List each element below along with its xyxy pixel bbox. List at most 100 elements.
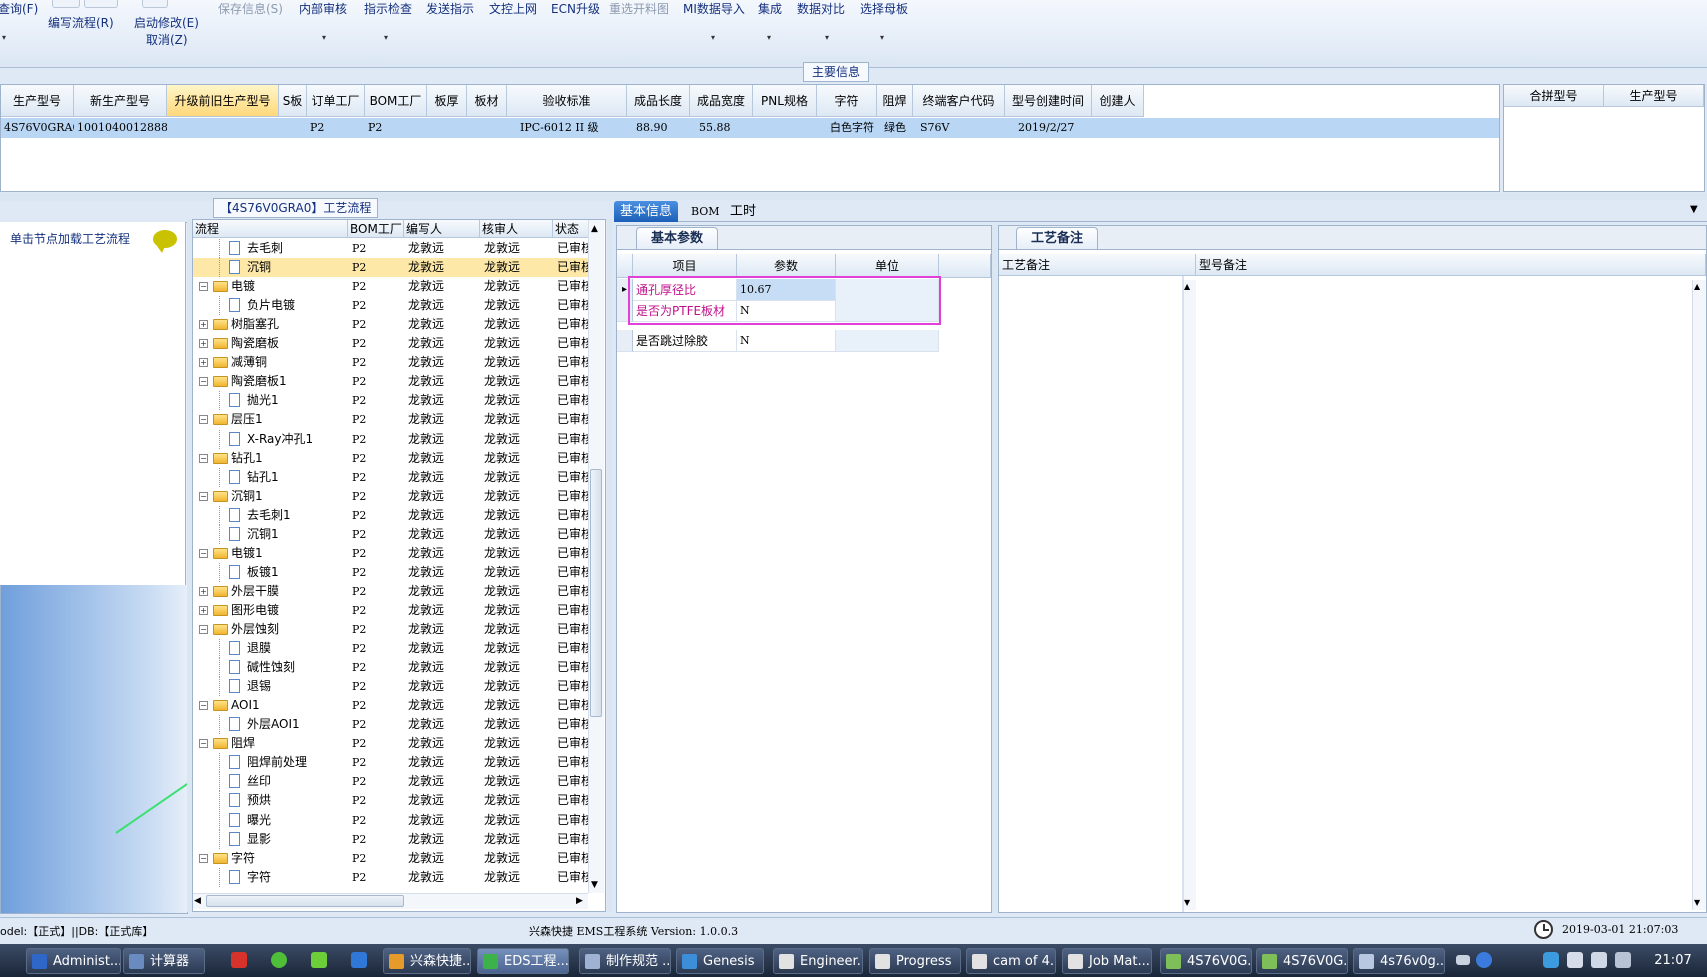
scroll-right-icon[interactable]: ▶ — [576, 896, 583, 906]
main-cell-4[interactable]: P2 — [307, 118, 365, 138]
shield-icon[interactable] — [1543, 952, 1559, 968]
collapse-icon[interactable]: − — [199, 415, 208, 425]
tab-basic-info[interactable]: 基本信息 — [614, 201, 679, 222]
help-icon[interactable] — [1476, 952, 1492, 968]
ribbon-button-2[interactable]: 启动修改(E) — [134, 14, 199, 31]
tree-row[interactable]: − AOI1 P2 龙敦远 龙敦远 已审核 — [193, 696, 593, 715]
tree-col-header-4[interactable]: 状态 — [553, 220, 589, 238]
main-cell-1[interactable]: 10010400128882 — [74, 118, 167, 138]
left-splitter[interactable] — [187, 219, 192, 912]
taskbar-button-4[interactable]: 制作规范 ... — [579, 948, 671, 974]
tray-icon[interactable] — [1567, 952, 1583, 968]
tree-row[interactable]: + 减薄铜 P2 龙敦远 龙敦远 已审核 — [193, 353, 593, 372]
process-flow-tree[interactable]: 流程 BOM工厂 编写人 核审人 状态 去毛刺 P2 龙敦远 龙敦远 已审核 沉铜 P2 龙敦远 龙敦远已… — [192, 219, 606, 912]
tree-row[interactable]: 丝印 P2 龙敦远 龙敦远 已审核 — [193, 772, 593, 792]
main-info-grid[interactable]: 生产型号 新生产型号 升级前旧生产型号 S板 订单工厂 BOM工厂 板厚 板材 验收标准 成品长度… — [0, 84, 1500, 192]
app-icon-blue[interactable] — [351, 952, 367, 968]
main-col-header-13[interactable]: 阻焊 — [877, 85, 913, 117]
taskbar-button-2[interactable]: 兴森快捷... — [383, 948, 471, 974]
volume-icon[interactable] — [1615, 952, 1631, 968]
merge-col-header-0[interactable]: 合拼型号 — [1504, 85, 1604, 107]
main-cell-6[interactable] — [427, 118, 467, 138]
ribbon-button-1[interactable]: 编写流程(R) — [48, 14, 114, 31]
param-item-cell[interactable]: 是否跳过除胶 — [633, 330, 737, 352]
taskbar-button-8[interactable]: cam of 4... — [966, 948, 1056, 974]
ribbon-button-6[interactable]: 指示检查 — [364, 0, 412, 17]
ribbon-button-12[interactable]: 集成 — [758, 0, 782, 17]
main-col-header-0[interactable]: 生产型号 — [1, 85, 74, 117]
collapse-icon[interactable]: − — [199, 282, 208, 292]
dropdown-arrow-icon[interactable]: ▾ — [2, 33, 6, 42]
merge-col-header-1[interactable]: 生产型号 — [1604, 85, 1704, 107]
dropdown-arrow-icon[interactable]: ▾ — [825, 33, 829, 42]
main-cell-5[interactable]: P2 — [365, 118, 427, 138]
collapse-icon[interactable]: − — [199, 701, 208, 711]
tree-row[interactable]: 沉铜1 P2 龙敦远 龙敦远 已审核 — [193, 524, 593, 544]
taskbar-button-12[interactable]: 4s76v0g... — [1353, 948, 1445, 974]
vertical-splitter[interactable] — [607, 219, 612, 912]
tree-row[interactable]: 负片电镀 P2 龙敦远 龙敦远 已审核 — [193, 296, 593, 316]
left-node-panel[interactable] — [0, 222, 186, 585]
row-indicator[interactable] — [617, 330, 633, 352]
ribbon-button-0[interactable]: 查询(F) — [0, 0, 38, 17]
collapse-icon[interactable]: − — [199, 453, 208, 463]
ribbon-button-9[interactable]: ECN升级 — [551, 0, 600, 17]
tree-scroll-thumb[interactable] — [590, 469, 602, 717]
dropdown-arrow-icon[interactable]: ▾ — [767, 33, 771, 42]
dropdown-arrow-icon[interactable]: ▾ — [880, 33, 884, 42]
dropdown-arrow-icon[interactable]: ▾ — [711, 33, 715, 42]
main-col-header-11[interactable]: PNL规格 — [753, 85, 817, 117]
taskbar-button-0[interactable]: Administ... — [26, 948, 121, 974]
main-cell-9[interactable]: 88.90 — [633, 118, 696, 138]
ribbon-button-13[interactable]: 数据对比 — [797, 0, 845, 17]
speech-bubble-icon[interactable] — [153, 230, 177, 253]
tree-col-header-3[interactable]: 核审人 — [480, 220, 553, 238]
tree-row[interactable]: − 外层蚀刻 P2 龙敦远 龙敦远 已审核 — [193, 620, 593, 639]
main-col-header-12[interactable]: 字符 — [817, 85, 877, 117]
scroll-up-icon[interactable]: ▲ — [591, 224, 598, 234]
tree-row[interactable]: 预烘 P2 龙敦远 龙敦远 已审核 — [193, 791, 593, 811]
param-col-header-1[interactable]: 参数 — [737, 254, 836, 278]
main-col-header-2[interactable]: 升级前旧生产型号 — [167, 85, 279, 117]
main-cell-16[interactable] — [1092, 118, 1144, 138]
taskbar-button-7[interactable]: Progress — [869, 948, 961, 974]
tree-col-header-2[interactable]: 编写人 — [404, 220, 480, 238]
main-col-header-3[interactable]: S板 — [279, 85, 307, 117]
process-notes-scrollbar[interactable] — [1182, 280, 1196, 910]
tree-row[interactable]: 退锡 P2 龙敦远 龙敦远 已审核 — [193, 677, 593, 697]
tree-row[interactable]: X-Ray冲孔1 P2 龙敦远 龙敦远 已审核 — [193, 429, 593, 449]
tree-col-header-0[interactable]: 流程 — [193, 220, 348, 238]
scroll-down-icon[interactable]: ▼ — [591, 880, 598, 890]
scroll-down-icon[interactable]: ▼ — [1694, 898, 1700, 907]
tree-row[interactable]: + 图形电镀 P2 龙敦远 龙敦远 已审核 — [193, 601, 593, 620]
main-col-header-7[interactable]: 板材 — [467, 85, 507, 117]
tree-row[interactable]: 碱性蚀刻 P2 龙敦远 龙敦远 已审核 — [193, 658, 593, 678]
tree-row[interactable]: 钻孔1 P2 龙敦远 龙敦远 已审核 — [193, 467, 593, 487]
taskbar-button-3[interactable]: EDS工程... — [477, 948, 569, 974]
tab-basic-params[interactable]: 基本参数 — [636, 227, 719, 249]
param-col-header-2[interactable]: 单位 — [836, 254, 939, 278]
ribbon-button-5[interactable]: 内部审核 — [299, 0, 347, 17]
tree-row[interactable]: − 电镀 P2 龙敦远 龙敦远 已审核 — [193, 277, 593, 296]
ribbon-button-14[interactable]: 选择母板 — [860, 0, 908, 17]
params-splitter[interactable] — [992, 225, 997, 913]
tree-row[interactable]: 去毛刺 P2 龙敦远 龙敦远 已审核 — [193, 239, 593, 258]
taskbar-button-10[interactable]: 4S76V0G... — [1160, 948, 1252, 974]
tab-bom[interactable]: BOM — [685, 201, 726, 222]
expand-icon[interactable]: + — [199, 358, 208, 368]
expand-icon[interactable]: + — [199, 586, 208, 596]
main-cell-11[interactable] — [753, 118, 817, 138]
main-col-header-5[interactable]: BOM工厂 — [365, 85, 427, 117]
ribbon-button-4[interactable]: 保存信息(S) — [218, 0, 283, 17]
main-cell-10[interactable]: 55.88 — [696, 118, 759, 138]
tree-row[interactable]: − 字符 P2 龙敦远 龙敦远 已审核 — [193, 849, 593, 868]
taskbar-button-9[interactable]: Job Mat... — [1062, 948, 1152, 974]
tree-row[interactable]: − 陶瓷磨板1 P2 龙敦远 龙敦远 已审核 — [193, 372, 593, 391]
tree-row[interactable]: − 阻焊 P2 龙敦远 龙敦远 已审核 — [193, 734, 593, 753]
dropdown-arrow-icon[interactable]: ▾ — [384, 33, 388, 42]
param-value-cell[interactable]: N — [737, 330, 836, 352]
taskbar-button-5[interactable]: Genesis — [676, 948, 764, 974]
dropdown-arrow-icon[interactable]: ▾ — [322, 33, 326, 42]
main-cell-13[interactable]: 绿色 — [881, 118, 917, 138]
tree-row[interactable]: + 外层干膜 P2 龙敦远 龙敦远 已审核 — [193, 582, 593, 601]
